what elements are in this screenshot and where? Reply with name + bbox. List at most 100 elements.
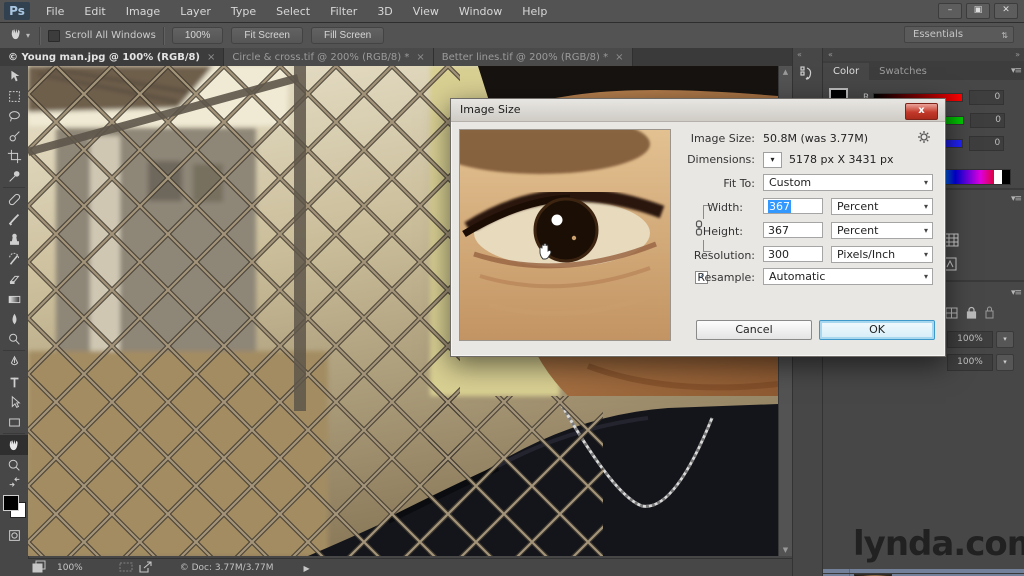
width-input[interactable]: 367 (763, 198, 823, 214)
marquee-tool[interactable] (0, 86, 28, 106)
menu-filter[interactable]: Filter (320, 0, 367, 22)
resample-select[interactable]: Automatic ▾ (763, 268, 933, 285)
history-panel-icon[interactable] (798, 64, 816, 86)
fit-screen-button[interactable]: Fit Screen (231, 27, 303, 44)
dialog-gear-icon[interactable] (917, 130, 931, 147)
fill-dropdown-icon[interactable]: ▾ (996, 354, 1014, 371)
lock-position-icon[interactable] (966, 304, 977, 323)
width-unit: Percent (837, 200, 878, 213)
menu-window[interactable]: Window (449, 0, 512, 22)
share-icon[interactable] (139, 561, 152, 576)
scroll-all-windows-checkbox[interactable] (48, 30, 60, 42)
tab-close-icon[interactable]: × (416, 52, 424, 63)
resolution-unit: Pixels/Inch (837, 248, 895, 261)
menu-3d[interactable]: 3D (367, 0, 402, 22)
green-value-field[interactable]: 0 (970, 113, 1005, 128)
quick-mask-button[interactable] (0, 525, 28, 545)
lock-transparent-icon[interactable] (945, 304, 958, 323)
scroll-all-windows-label: Scroll All Windows (65, 30, 156, 41)
fit-to-select[interactable]: Custom ▾ (763, 174, 933, 191)
blur-tool[interactable] (0, 309, 28, 329)
shape-tool[interactable] (0, 412, 28, 432)
dialog-close-button[interactable]: x (905, 103, 938, 120)
resolution-label: Resolution: (673, 249, 755, 262)
eyedropper-tool[interactable] (0, 166, 28, 186)
zoom-tool[interactable] (0, 455, 28, 475)
menu-select[interactable]: Select (266, 0, 320, 22)
white-chip[interactable] (994, 170, 1002, 184)
panel-menu-icon[interactable]: ▾≡ (1011, 194, 1021, 204)
width-value: 367 (768, 200, 791, 213)
height-input[interactable]: 367 (763, 222, 823, 238)
swap-colors-icon[interactable] (0, 475, 28, 489)
panel-menu-icon[interactable]: ▾≡ (1011, 66, 1021, 76)
menu-file[interactable]: File (36, 0, 74, 22)
collapse-dock-icon[interactable]: « (797, 50, 802, 59)
quick-selection-tool[interactable] (0, 126, 28, 146)
menu-image[interactable]: Image (116, 0, 170, 22)
collapse-left-icon[interactable]: « (828, 50, 833, 59)
menu-help[interactable]: Help (512, 0, 557, 22)
eraser-tool[interactable] (0, 269, 28, 289)
move-tool[interactable] (0, 66, 28, 86)
healing-brush-tool[interactable] (0, 189, 28, 209)
image-size-value: 50.8M (was 3.77M) (763, 132, 868, 145)
zoom-100-button[interactable]: 100% (172, 27, 224, 44)
workspace-updown-icon: ⇅ (1001, 28, 1008, 44)
scroll-down-icon[interactable]: ▼ (779, 544, 792, 556)
foreground-color-swatch[interactable] (3, 495, 19, 511)
brush-tool[interactable] (0, 209, 28, 229)
menu-type[interactable]: Type (221, 0, 266, 22)
red-value-field[interactable]: 0 (969, 90, 1004, 105)
dialog-title-bar[interactable]: Image Size (451, 99, 945, 122)
lasso-tool[interactable] (0, 106, 28, 126)
dimensions-dropdown-icon[interactable]: ▾ (763, 152, 782, 168)
mini-bridge-icon[interactable] (32, 560, 47, 576)
tab-better-lines[interactable]: Better lines.tif @ 200% (RGB/8) * × (434, 48, 633, 66)
resolution-input[interactable]: 300 (763, 246, 823, 262)
opacity-dropdown-icon[interactable]: ▾ (996, 331, 1014, 348)
cancel-button[interactable]: Cancel (696, 320, 812, 340)
height-unit-select[interactable]: Percent ▾ (831, 222, 933, 239)
workspace-switcher[interactable]: Essentials ⇅ (904, 26, 1014, 43)
ok-button[interactable]: OK (819, 320, 935, 340)
dodge-tool[interactable] (0, 329, 28, 349)
scroll-up-icon[interactable]: ▲ (779, 66, 792, 78)
collapse-right-icon[interactable]: » (1015, 50, 1020, 59)
clone-stamp-tool[interactable] (0, 229, 28, 249)
opacity-value[interactable]: 100% (947, 331, 993, 348)
tab-color[interactable]: Color (823, 63, 869, 80)
status-play-icon[interactable]: ▶ (304, 564, 310, 573)
black-chip[interactable] (1002, 170, 1010, 184)
hand-tool[interactable] (0, 435, 28, 455)
lock-all-icon[interactable] (985, 304, 994, 323)
document-size-status[interactable]: © Doc: 3.77M/3.77M (180, 563, 274, 573)
path-selection-tool[interactable] (0, 392, 28, 412)
select-caret-icon: ▾ (924, 269, 928, 285)
fill-value[interactable]: 100% (947, 354, 993, 371)
minimize-button[interactable]: – (938, 3, 962, 19)
statusbar-zoom-level[interactable]: 100% (57, 563, 83, 573)
menu-layer[interactable]: Layer (170, 0, 221, 22)
fill-screen-button[interactable]: Fill Screen (311, 27, 384, 44)
restore-button[interactable]: ▣ (966, 3, 990, 19)
type-tool[interactable] (0, 372, 28, 392)
tab-circle-cross[interactable]: Circle & cross.tif @ 200% (RGB/8) * × (224, 48, 433, 66)
menu-view[interactable]: View (403, 0, 449, 22)
tool-preset-caret-icon[interactable]: ▾ (26, 31, 30, 40)
gradient-tool[interactable] (0, 289, 28, 309)
image-preview[interactable] (459, 129, 671, 341)
resolution-unit-select[interactable]: Pixels/Inch ▾ (831, 246, 933, 263)
history-brush-tool[interactable] (0, 249, 28, 269)
width-unit-select[interactable]: Percent ▾ (831, 198, 933, 215)
menu-edit[interactable]: Edit (74, 0, 115, 22)
pen-tool[interactable] (0, 352, 28, 372)
blue-value-field[interactable]: 0 (969, 136, 1004, 151)
layers-menu-icon[interactable]: ▾≡ (1011, 288, 1021, 298)
crop-tool[interactable] (0, 146, 28, 166)
tab-close-icon[interactable]: × (615, 52, 623, 63)
tab-young-man[interactable]: © Young man.jpg @ 100% (RGB/8) × (0, 48, 224, 66)
tab-close-icon[interactable]: × (207, 52, 215, 63)
close-button[interactable]: ✕ (994, 3, 1018, 19)
tab-swatches[interactable]: Swatches (869, 63, 937, 80)
